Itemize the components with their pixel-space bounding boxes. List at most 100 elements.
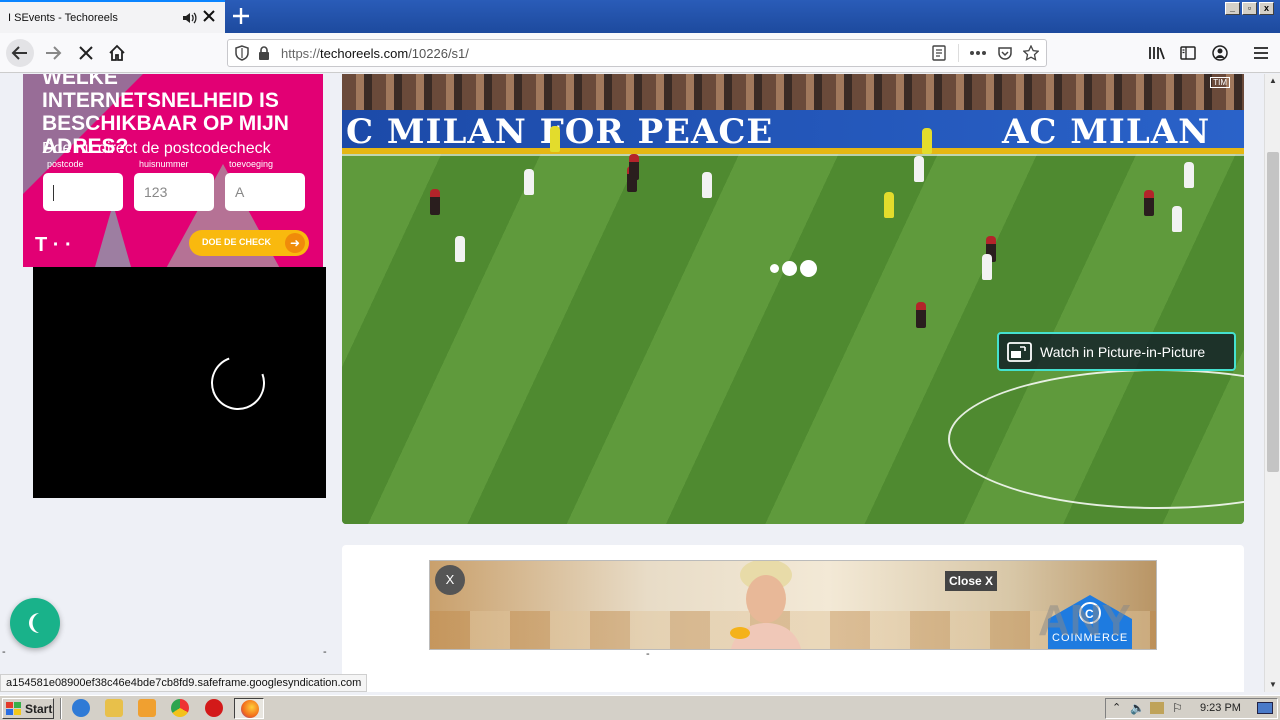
bookmark-star-icon[interactable] — [1020, 42, 1042, 64]
separator-mark: - — [646, 648, 650, 660]
back-button[interactable] — [6, 39, 34, 67]
stadium-stands — [342, 74, 1244, 114]
video-ad-player[interactable] — [33, 267, 326, 498]
referee — [922, 128, 932, 154]
pip-button[interactable]: Watch in Picture-in-Picture — [997, 332, 1236, 371]
tray-expand-icon[interactable]: ⌃ — [1112, 701, 1121, 714]
speaker-icon[interactable] — [181, 10, 197, 26]
sidebar-icon[interactable] — [1174, 39, 1202, 67]
shield-icon[interactable] — [231, 42, 253, 64]
player — [455, 236, 465, 262]
opera-icon[interactable] — [205, 699, 223, 717]
windows-logo-icon — [6, 701, 21, 715]
loader-dot — [782, 261, 797, 276]
new-tab-button[interactable] — [230, 4, 252, 28]
player — [1184, 162, 1194, 188]
tim-logo: TIM — [1210, 77, 1230, 88]
media-player-icon[interactable] — [138, 699, 156, 717]
page-viewport: WELKE INTERNETSNELHEID IS BESCHIKBAAR OP… — [0, 74, 1264, 692]
network-icon[interactable] — [1150, 702, 1164, 714]
telekom-logo: T · · — [35, 234, 72, 256]
status-bar: a154581e08900ef38c46e4bde7cb8fd9.safefra… — [0, 674, 368, 692]
moon-icon — [29, 613, 39, 633]
lock-icon[interactable] — [253, 42, 275, 64]
reader-view-icon[interactable] — [928, 42, 950, 64]
scrollbar-thumb[interactable] — [1267, 152, 1279, 472]
folder-icon[interactable] — [105, 699, 123, 717]
chrome-icon[interactable] — [171, 699, 189, 717]
loader-dot — [800, 260, 817, 277]
firefox-icon — [241, 700, 259, 718]
menu-icon[interactable] — [1247, 39, 1275, 67]
ad-decor-shape — [93, 204, 133, 267]
tab-active[interactable]: I SEvents - Techoreels — [0, 0, 225, 33]
toevoeging-label: toevoeging — [229, 159, 274, 169]
player — [524, 169, 534, 195]
loading-spinner-icon — [202, 347, 274, 419]
taskbar: Start ⌃ 🔈 ⚐ 9:23 PM — [0, 695, 1280, 720]
telekom-ad[interactable]: WELKE INTERNETSNELHEID IS BESCHIKBAAR OP… — [23, 74, 323, 267]
more-actions-icon[interactable] — [967, 42, 989, 64]
show-desktop-icon[interactable] — [1257, 702, 1273, 714]
url-bar[interactable]: https://techoreels.com/10226/s1/ — [227, 39, 1047, 67]
tab-strip: I SEvents - Techoreels _ ▫ x — [0, 0, 1280, 33]
scroll-up-arrow-icon[interactable]: ▲ — [1265, 74, 1280, 88]
close-tab-icon[interactable] — [201, 9, 217, 26]
separator-mark: - — [323, 646, 327, 658]
player — [430, 189, 440, 215]
referee — [884, 192, 894, 218]
taskbar-divider — [60, 698, 62, 719]
coinmerce-banner-ad[interactable]: X Close X C COINMERCE ANY — [429, 560, 1157, 650]
library-icon[interactable] — [1143, 39, 1171, 67]
pip-label: Watch in Picture-in-Picture — [1040, 343, 1206, 360]
minimize-button[interactable]: _ — [1225, 2, 1240, 15]
stop-button[interactable] — [72, 39, 100, 67]
account-icon[interactable] — [1206, 39, 1234, 67]
pitch-line — [342, 154, 1244, 156]
home-button[interactable] — [103, 39, 131, 67]
banner-text-right: AC MILAN — [1002, 112, 1211, 152]
nav-bar: https://techoreels.com/10226/s1/ — [0, 33, 1280, 73]
toevoeging-input[interactable]: A — [225, 173, 305, 211]
url-path: /10226/s1/ — [408, 45, 469, 61]
start-button[interactable]: Start — [2, 698, 54, 719]
scroll-down-arrow-icon[interactable]: ▼ — [1265, 678, 1280, 692]
player — [1172, 206, 1182, 232]
huisnummer-input[interactable]: 123 — [134, 173, 214, 211]
window-controls: _ ▫ x — [1225, 2, 1274, 15]
anyrun-watermark: ANY — [1038, 596, 1131, 645]
close-window-button[interactable]: x — [1259, 2, 1274, 15]
flag-icon[interactable]: ⚐ — [1172, 701, 1183, 715]
player — [982, 254, 992, 280]
url-text[interactable]: https://techoreels.com/10226/s1/ — [281, 46, 469, 61]
firefox-taskbar-button[interactable] — [234, 698, 264, 719]
vertical-scrollbar[interactable]: ▲ ▼ — [1264, 74, 1280, 692]
video-player[interactable]: TIM C MILAN FOR PEACE AC MILAN — [342, 74, 1244, 524]
buffering-indicator — [770, 260, 817, 277]
check-button[interactable]: DOE DE CHECK ➜ — [189, 230, 309, 256]
restore-button[interactable]: ▫ — [1242, 2, 1257, 15]
url-protocol: https:// — [281, 45, 321, 61]
ad-close-button[interactable]: Close X — [945, 571, 998, 591]
clock[interactable]: 9:23 PM — [1200, 702, 1241, 714]
player — [914, 156, 924, 182]
player — [629, 154, 639, 180]
stadium-banner: C MILAN FOR PEACE AC MILAN — [342, 110, 1244, 154]
ad-close-circle-button[interactable]: X — [435, 565, 465, 595]
separator-mark: - — [2, 646, 6, 658]
forward-button[interactable] — [39, 39, 67, 67]
ie-icon[interactable] — [72, 699, 90, 717]
player — [702, 172, 712, 198]
loader-dot — [770, 264, 779, 273]
referee — [550, 126, 560, 152]
system-tray: ⌃ 🔈 ⚐ 9:23 PM — [1105, 698, 1278, 719]
pocket-icon[interactable] — [994, 42, 1016, 64]
dark-mode-toggle[interactable] — [10, 598, 60, 648]
postcode-input[interactable] — [43, 173, 123, 211]
player — [916, 302, 926, 328]
volume-icon[interactable]: 🔈 — [1130, 701, 1145, 715]
player — [1144, 190, 1154, 216]
check-button-label: DOE DE CHECK — [202, 237, 272, 247]
tab-title: I SEvents - Techoreels — [8, 11, 118, 24]
pitch-center-circle — [948, 369, 1244, 509]
